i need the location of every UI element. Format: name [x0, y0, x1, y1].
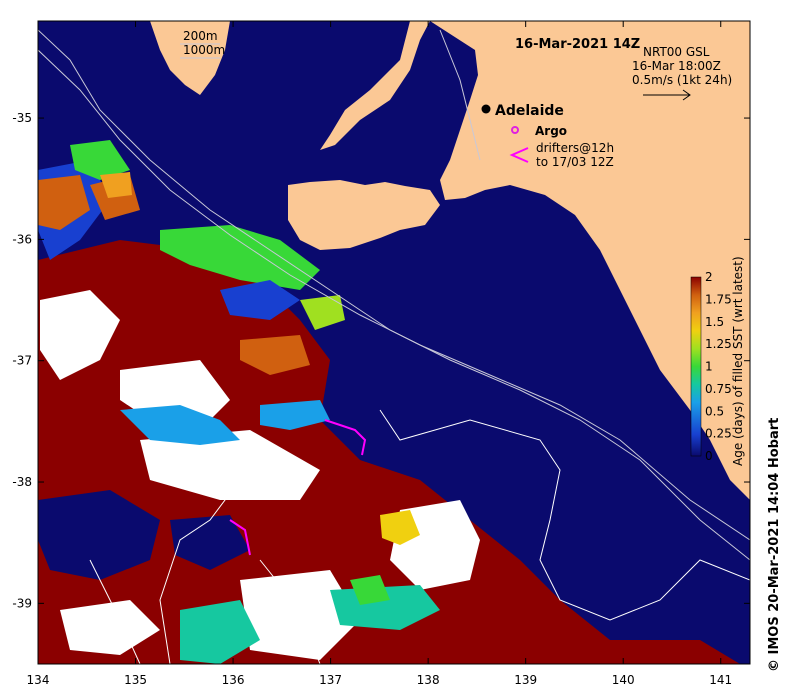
- adelaide-marker: [481, 104, 491, 114]
- drifter-label-line2: to 17/03 12Z: [536, 155, 614, 169]
- lat-tick-label: -36: [12, 232, 32, 246]
- lon-tick-label: 135: [124, 673, 147, 687]
- colorbar: [690, 276, 702, 457]
- lat-tick-label: -39: [12, 596, 32, 610]
- colorbar-tick-label: 2: [705, 270, 713, 284]
- colorbar-tick-label: 0.75: [705, 382, 732, 396]
- lat-tick-label: -38: [12, 475, 32, 489]
- lon-tick-label: 140: [612, 673, 635, 687]
- current-legend-source: NRT00 GSL: [643, 45, 710, 59]
- colorbar-tick-label: 0.25: [705, 427, 732, 441]
- map-title: 16-Mar-2021 14Z: [515, 37, 640, 52]
- bathy-legend-1000: 1000m: [183, 43, 225, 57]
- credit-text: © IMOS 20-Mar-2021 14:04 Hobart: [767, 417, 782, 672]
- lon-tick-label: 134: [27, 673, 50, 687]
- drifter-label-line1: drifters@12h: [536, 141, 614, 155]
- colorbar-tick-label: 1.75: [705, 292, 732, 306]
- current-legend-time: 16-Mar 18:00Z: [632, 59, 721, 73]
- bathy-legend-200: 200m: [183, 29, 218, 43]
- colorbar-tick-label: 1: [705, 360, 713, 374]
- colorbar-tick-label: 1.25: [705, 337, 732, 351]
- sst-map: 16-Mar-2021 14Z 200m 1000m NRT00 GSL 16-…: [12, 20, 751, 687]
- colorbar-tick-label: 0: [705, 449, 713, 463]
- lon-tick-label: 138: [417, 673, 440, 687]
- lon-tick-label: 136: [222, 673, 245, 687]
- lon-tick-label: 139: [514, 673, 537, 687]
- current-legend-scale: 0.5m/s (1kt 24h): [632, 73, 732, 87]
- colorbar-tick-label: 0.5: [705, 404, 724, 418]
- adelaide-label: Adelaide: [495, 103, 564, 119]
- colorbar-tick-label: 1.5: [705, 315, 724, 329]
- lon-tick-label: 141: [709, 673, 732, 687]
- lon-tick-label: 137: [319, 673, 342, 687]
- colorbar-title: Age (days) of filled SST (wrt latest): [731, 256, 745, 466]
- lat-tick-label: -35: [12, 111, 32, 125]
- map-plot-area: 16-Mar-2021 14Z 200m 1000m NRT00 GSL 16-…: [38, 21, 750, 664]
- lat-tick-label: -37: [12, 354, 32, 368]
- argo-label: Argo: [535, 124, 567, 138]
